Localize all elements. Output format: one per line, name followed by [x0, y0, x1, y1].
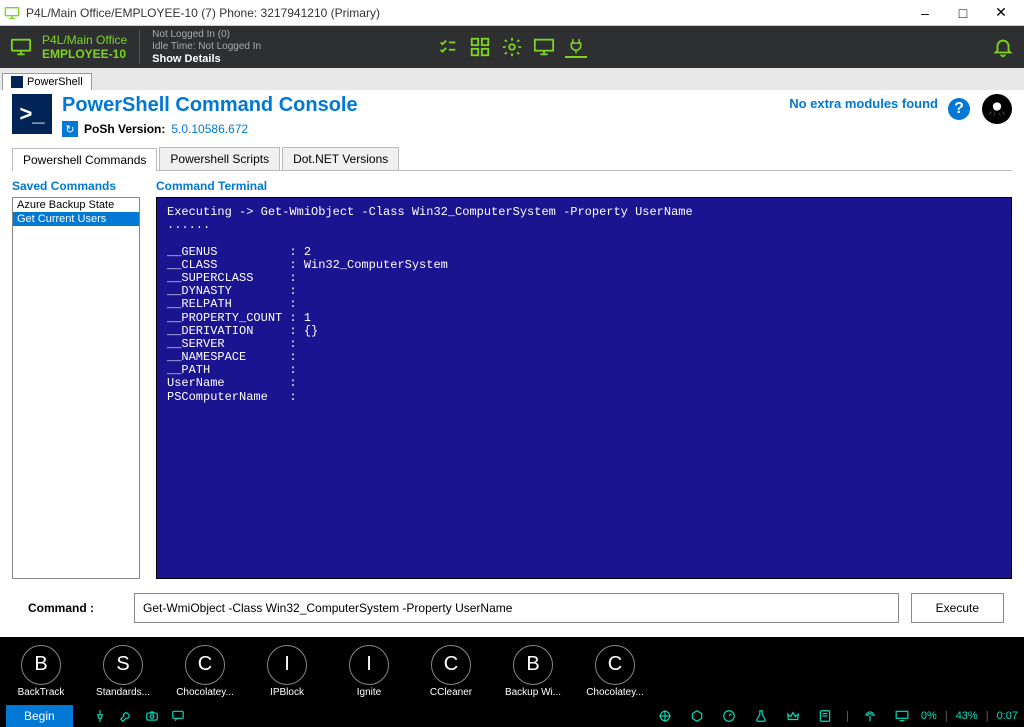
main-panel: >_ PowerShell Command Console ↻ PoSh Ver… — [0, 90, 1024, 637]
begin-button[interactable]: Begin — [6, 705, 73, 727]
saved-commands-header: Saved Commands — [12, 179, 140, 193]
status-right: | 0% | 43% | 0:07 — [652, 708, 1018, 724]
header-bar: P4L/Main Office EMPLOYEE-10 Not Logged I… — [0, 26, 1024, 68]
signal-icon[interactable] — [862, 708, 878, 724]
content-row: Saved Commands Azure Backup State Get Cu… — [12, 179, 1012, 579]
tab-powershell[interactable]: PowerShell — [2, 73, 92, 90]
uptime: 0:07 — [997, 710, 1018, 722]
main-header: >_ PowerShell Command Console ↻ PoSh Ver… — [12, 94, 1012, 137]
header-action-icons: ? — [948, 94, 1012, 124]
page-title: PowerShell Command Console — [62, 94, 709, 117]
maximize-button[interactable]: □ — [944, 1, 982, 25]
help-icon[interactable]: ? — [948, 98, 970, 120]
office-block: P4L/Main Office EMPLOYEE-10 — [42, 33, 127, 61]
mem-percent: 43% — [956, 710, 978, 722]
screen-status-icon[interactable] — [894, 708, 910, 724]
shortcut-backup[interactable]: BBackup Wi... — [506, 645, 560, 698]
shortcut-standards[interactable]: SStandards... — [96, 645, 150, 698]
shortcut-ccleaner[interactable]: CCCleaner — [424, 645, 478, 698]
header-toolbar — [437, 36, 587, 58]
shortcut-backtrack[interactable]: BBackTrack — [14, 645, 68, 698]
target-icon[interactable] — [657, 708, 673, 724]
tab-label: PowerShell — [27, 76, 83, 88]
terminal-output[interactable]: Executing -> Get-WmiObject -Class Win32_… — [156, 197, 1012, 579]
bell-icon[interactable] — [992, 36, 1014, 58]
script-icon[interactable] — [817, 708, 833, 724]
show-details-link[interactable]: Show Details — [152, 53, 261, 65]
shortcut-chocolatey-2[interactable]: CChocolatey... — [588, 645, 642, 698]
squid-icon[interactable] — [982, 94, 1012, 124]
version-row: ↻ PoSh Version: 5.0.10586.672 — [62, 121, 709, 137]
not-logged-in: Not Logged In (0) — [152, 29, 261, 41]
saved-commands-list[interactable]: Azure Backup State Get Current Users — [12, 197, 140, 579]
terminal-header: Command Terminal — [156, 179, 1012, 193]
refresh-icon[interactable]: ↻ — [62, 121, 78, 137]
chat-icon[interactable] — [170, 708, 186, 724]
posh-version: 5.0.10586.672 — [171, 122, 248, 136]
statusbar: Begin | 0% | 43% | 0:07 — [0, 705, 1024, 727]
saved-commands-column: Saved Commands Azure Backup State Get Cu… — [12, 179, 140, 579]
powershell-icon-small — [11, 76, 23, 88]
office-path: P4L/Main Office — [42, 33, 127, 47]
no-modules-text: No extra modules found — [789, 96, 938, 111]
hex-icon[interactable] — [689, 708, 705, 724]
app-monitor-icon — [4, 5, 20, 21]
shortcut-chocolatey[interactable]: CChocolatey... — [178, 645, 232, 698]
terminal-column: Command Terminal Executing -> Get-WmiObj… — [156, 179, 1012, 579]
divider — [139, 30, 140, 64]
command-label: Command : — [12, 601, 122, 615]
list-item[interactable]: Azure Backup State — [13, 198, 139, 212]
gauge-icon[interactable] — [721, 708, 737, 724]
cpu-percent: 0% — [921, 710, 937, 722]
pin-icon[interactable] — [92, 708, 108, 724]
list-item[interactable]: Get Current Users — [13, 212, 139, 226]
shortcut-ipblock[interactable]: IIPBlock — [260, 645, 314, 698]
titlebar: P4L/Main Office/EMPLOYEE-10 (7) Phone: 3… — [0, 0, 1024, 26]
crown-icon[interactable] — [785, 708, 801, 724]
flask-icon[interactable] — [753, 708, 769, 724]
checklist-icon[interactable] — [437, 36, 459, 58]
shortcut-ignite[interactable]: IIgnite — [342, 645, 396, 698]
plug-icon[interactable] — [565, 36, 587, 58]
gear-icon[interactable] — [501, 36, 523, 58]
tab-commands[interactable]: Powershell Commands — [12, 148, 157, 171]
minimize-button[interactable]: – — [906, 1, 944, 25]
window-title: P4L/Main Office/EMPLOYEE-10 (7) Phone: 3… — [26, 6, 906, 20]
camera-icon[interactable] — [144, 708, 160, 724]
command-input[interactable] — [134, 593, 899, 623]
posh-label: PoSh Version: — [84, 122, 165, 136]
screen-icon[interactable] — [533, 36, 555, 58]
panel-tabstrip: PowerShell — [0, 68, 1024, 90]
tab-scripts[interactable]: Powershell Scripts — [159, 147, 280, 170]
window-controls: – □ ✕ — [906, 1, 1020, 25]
powershell-icon: >_ — [12, 94, 52, 134]
wrench-icon[interactable] — [118, 708, 134, 724]
login-status: Not Logged In (0) Idle Time: Not Logged … — [152, 29, 261, 65]
shortcut-strip: BBackTrack SStandards... CChocolatey... … — [0, 637, 1024, 705]
grid-icon[interactable] — [469, 36, 491, 58]
execute-button[interactable]: Execute — [911, 593, 1004, 623]
command-row: Command : Execute — [12, 593, 1012, 629]
inner-tabs: Powershell Commands Powershell Scripts D… — [12, 147, 1012, 171]
employee-name: EMPLOYEE-10 — [42, 47, 127, 61]
close-button[interactable]: ✕ — [982, 1, 1020, 25]
tab-dotnet[interactable]: Dot.NET Versions — [282, 147, 399, 170]
idle-time: Idle Time: Not Logged In — [152, 41, 261, 53]
monitor-icon — [10, 36, 32, 58]
